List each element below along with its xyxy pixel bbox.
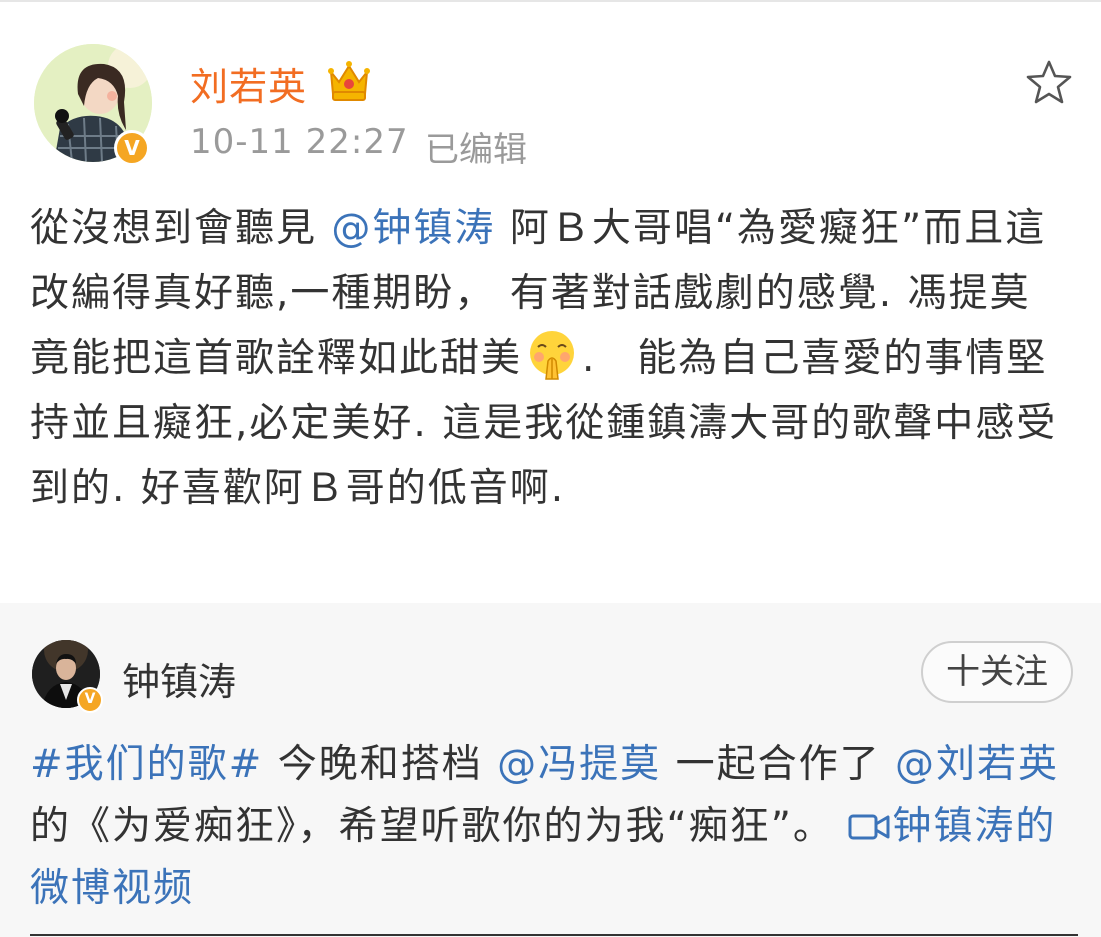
- post-text-part: 從沒想到會聽見: [30, 206, 332, 251]
- video-camera-icon: [848, 814, 890, 840]
- topic-hashtag-link[interactable]: #我们的歌#: [30, 742, 263, 787]
- star-icon[interactable]: [1024, 58, 1074, 108]
- verified-badge-icon: V: [114, 130, 150, 166]
- praying-hands-emoji: [530, 331, 575, 380]
- weibo-post-page: V 刘若英 10-11 22:27 已编辑 從沒想到會聽見 @钟镇涛 阿Ｂ大哥唱…: [0, 0, 1101, 937]
- mention-link[interactable]: @刘若英: [895, 742, 1059, 787]
- crown-icon[interactable]: [327, 58, 371, 104]
- post-timestamp: 10-11 22:27: [190, 122, 409, 162]
- bottom-divider: [30, 934, 1078, 936]
- repost-text: #我们的歌# 今晚和搭档 @冯提莫 一起合作了 @刘若英 的《为爱痴狂》，希望听…: [30, 734, 1080, 920]
- mention-link[interactable]: @冯提莫: [497, 742, 661, 787]
- repost-author-name[interactable]: 钟镇涛: [122, 651, 236, 706]
- post-text: 從沒想到會聽見 @钟镇涛 阿Ｂ大哥唱“為愛癡狂”而且這改編得真好聽,一種期盼， …: [30, 196, 1070, 521]
- follow-button[interactable]: 十关注: [921, 641, 1073, 703]
- repost-text-part: 的《为爱痴狂》，希望听歌你的为我“痴狂”。: [30, 804, 849, 849]
- edited-label[interactable]: 已编辑: [425, 122, 527, 171]
- top-divider: [0, 0, 1101, 2]
- author-name[interactable]: 刘若英: [190, 56, 307, 111]
- repost-text-part: 一起合作了: [661, 742, 895, 787]
- verified-badge-icon: V: [77, 687, 103, 713]
- repost-text-part: 今晚和搭档: [263, 742, 498, 787]
- mention-link[interactable]: @钟镇涛: [331, 206, 495, 251]
